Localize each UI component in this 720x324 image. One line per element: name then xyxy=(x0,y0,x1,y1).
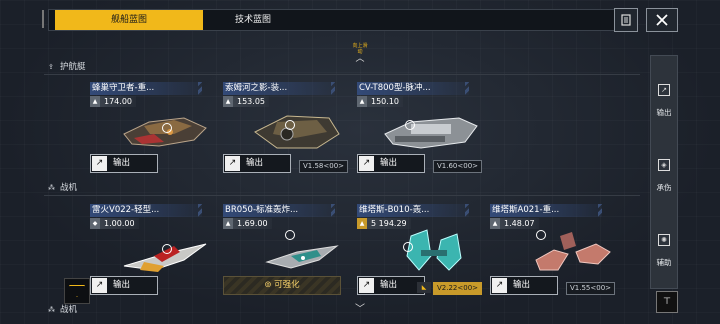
flask-icon: ▲ xyxy=(90,96,100,107)
select-ring-icon xyxy=(405,120,415,130)
ship-image xyxy=(406,229,462,271)
ship-image xyxy=(265,245,339,269)
upgrade-icon: ⊚ xyxy=(264,280,275,290)
top-bar: 舰船蓝图 技术蓝图 xyxy=(0,0,720,36)
output-label: 输出 xyxy=(113,280,131,290)
section-header-escort: ⇪ 护航艇 xyxy=(44,60,150,74)
tab-ship-blueprint[interactable]: 舰船蓝图 xyxy=(55,10,203,30)
output-label: 输出 xyxy=(246,158,264,168)
section-label: 护航艇 xyxy=(60,62,86,72)
filter-icon: ⊤ xyxy=(663,297,671,307)
sidebar-item-support[interactable]: ✺ 辅助 xyxy=(651,216,677,278)
document-icon xyxy=(621,14,631,26)
select-ring-icon xyxy=(162,244,172,254)
enhance-label: 可强化 xyxy=(274,280,300,290)
arrow-upright-icon: ↗ xyxy=(658,84,670,96)
output-label: 输出 xyxy=(513,280,531,290)
arrow-upright-icon: ↗ xyxy=(359,156,374,171)
sidebar-item-label: 承伤 xyxy=(656,183,672,192)
formation-icon: ⁂ xyxy=(48,306,55,314)
version-badge: V1.60<00> xyxy=(433,160,483,173)
ship-name: 维塔斯-B010-轰... xyxy=(357,204,469,217)
tag-icon: ◣ xyxy=(417,282,431,293)
output-button[interactable]: ↗ 输出 xyxy=(357,276,425,295)
output-button[interactable]: ↗ 输出 xyxy=(90,154,158,173)
blueprint-card[interactable]: CV-T800型-脉冲... ▲ 150.10 ↗ 输出 V1.60<00> xyxy=(357,82,483,174)
version-badge: V1.55<00> xyxy=(566,282,616,295)
section-label: 战机 xyxy=(60,183,78,193)
flask-icon: ▲ xyxy=(223,218,233,229)
arrow-upright-icon: ↗ xyxy=(225,156,240,171)
select-ring-icon xyxy=(285,230,295,240)
sidebar-item-label: 辅助 xyxy=(656,258,672,267)
scroll-up-indicator[interactable]: 向上滑动 ︿ xyxy=(352,43,368,64)
ship-name: BR050-标准轰炸... xyxy=(223,204,335,217)
chevron-up-icon: ︿ xyxy=(355,54,365,64)
shield-icon: ◆ xyxy=(90,218,100,229)
ship-name: 蜂巢守卫者-重... xyxy=(90,82,202,95)
tab-bar: 舰船蓝图 技术蓝图 xyxy=(48,9,616,31)
section-header-fighter-2: ⁂ 战机 xyxy=(44,303,150,317)
gear-icon: ✺ xyxy=(658,234,670,246)
upload-icon: ⇪ xyxy=(48,63,54,71)
ship-image xyxy=(254,115,340,149)
flask-icon: ▲ xyxy=(223,96,233,107)
output-button[interactable]: ↗ 输出 xyxy=(357,154,425,173)
sidebar-item-tank[interactable]: ◈ 承伤 xyxy=(651,141,677,203)
ship-image xyxy=(384,117,478,149)
ship-name: 索姆河之影-装... xyxy=(223,82,335,95)
arrow-upright-icon: ↗ xyxy=(359,278,374,293)
chevron-down-icon[interactable]: ﹀ xyxy=(352,300,368,315)
output-label: 输出 xyxy=(113,158,131,168)
blueprint-screen: { "tabs": [ {"label": "舰船蓝图", "active": … xyxy=(0,0,720,324)
triangle-emblem-icon xyxy=(69,285,85,297)
ship-name: 维塔斯A021-重... xyxy=(490,204,602,217)
ship-image xyxy=(535,232,611,271)
close-button[interactable] xyxy=(646,8,678,32)
formation-icon: ⁂ xyxy=(48,184,55,192)
flask-icon: ▲ xyxy=(357,218,367,229)
role-filter-sidebar: ↗ 输出 ◈ 承伤 ✺ 辅助 xyxy=(650,55,678,289)
output-label: 输出 xyxy=(380,158,398,168)
select-ring-icon xyxy=(536,230,546,240)
enhance-button[interactable]: ⊚ 可强化 xyxy=(223,276,341,295)
ship-name: CV-T800型-脉冲... xyxy=(357,82,469,95)
close-icon xyxy=(656,14,668,26)
arrow-upright-icon: ↗ xyxy=(92,278,107,293)
section-divider xyxy=(44,74,640,75)
tab-tech-blueprint[interactable]: 技术蓝图 xyxy=(203,10,303,30)
section-header-fighter: ⁂ 战机 xyxy=(44,181,150,195)
blueprint-card[interactable]: 维塔斯A021-重... ▲ 1.48.07 ↗ 输出 V1.55<00> xyxy=(490,204,616,296)
section-divider xyxy=(44,195,640,196)
flask-icon: ▲ xyxy=(490,218,500,229)
blueprint-card[interactable]: 蜂巢守卫者-重... ▲ 174.00 ↗ 输出 xyxy=(90,82,216,174)
ship-name: 雷火V022-轻型... xyxy=(90,204,202,217)
shield-icon: ◈ xyxy=(658,159,670,171)
select-ring-icon xyxy=(403,242,413,252)
document-button[interactable] xyxy=(614,8,638,32)
arrow-upright-icon: ↗ xyxy=(492,278,507,293)
faction-badge[interactable] xyxy=(64,278,90,304)
flask-icon: ▲ xyxy=(357,96,367,107)
output-label: 输出 xyxy=(380,280,398,290)
arrow-upright-icon: ↗ xyxy=(92,156,107,171)
sidebar-item-label: 输出 xyxy=(656,108,672,117)
version-badge: V2.22<00> xyxy=(433,282,483,295)
sidebar-item-output[interactable]: ↗ 输出 xyxy=(651,66,677,128)
version-badge: V1.58<00> xyxy=(299,160,349,173)
blueprint-card[interactable]: BR050-标准轰炸... ▲ 1.69.00 ⊚ 可强化 xyxy=(223,204,349,296)
output-button[interactable]: ↗ 输出 xyxy=(490,276,558,295)
blueprint-card[interactable]: 雷火V022-轻型... ◆ 1.00.00 ↗ 输出 xyxy=(90,204,216,296)
output-button[interactable]: ↗ 输出 xyxy=(223,154,291,173)
blueprint-card[interactable]: 维塔斯-B010-轰... ▲ 5 194.29 ↗ 输出 ◣ V2.22<00… xyxy=(357,204,483,296)
select-ring-icon xyxy=(285,120,295,130)
select-ring-icon xyxy=(162,123,172,133)
section-label: 战机 xyxy=(60,305,78,315)
blueprint-card[interactable]: 索姆河之影-装... ▲ 153.05 ↗ 输出 V1.58<00> xyxy=(223,82,349,174)
output-button[interactable]: ↗ 输出 xyxy=(90,276,158,295)
filter-button[interactable]: ⊤ xyxy=(656,291,678,313)
